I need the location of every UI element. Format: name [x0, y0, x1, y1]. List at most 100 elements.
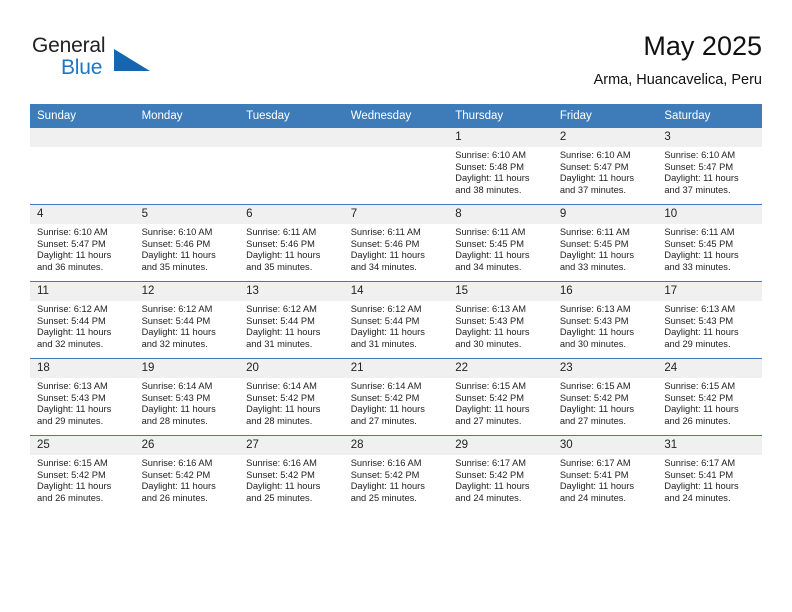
day-number: 23 — [552, 359, 658, 378]
page-header: General Blue May 2025 Arma, Huancavelica… — [30, 30, 762, 98]
day-number: 5 — [134, 205, 240, 224]
calendar-day-cell[interactable]: 2 Sunrise: 6:10 AM Sunset: 5:47 PM Daylight… — [552, 128, 658, 205]
calendar-cell-empty — [343, 128, 449, 205]
day-details: Sunrise: 6:15 AM Sunset: 5:42 PM Daylight:… — [657, 378, 762, 427]
day-details: Sunrise: 6:15 AM Sunset: 5:42 PM Daylight:… — [553, 378, 658, 427]
day-details: Sunrise: 6:10 AM Sunset: 5:46 PM Daylight:… — [135, 224, 240, 273]
calendar-day-cell[interactable]: 16 Sunrise: 6:13 AM Sunset: 5:43 PM Dayligh… — [552, 281, 658, 359]
calendar-day-cell[interactable]: 12 Sunrise: 6:12 AM Sunset: 5:44 PM Dayligh… — [134, 281, 240, 359]
sunrise-text: Sunrise: 6:15 AM — [455, 381, 527, 391]
sunset-text: Sunset: 5:42 PM — [246, 392, 315, 403]
calendar-day-cell[interactable]: 23 Sunrise: 6:15 AM Sunset: 5:42 PM Dayligh… — [552, 358, 658, 436]
calendar-day-cell[interactable]: 26 Sunrise: 6:16 AM Sunset: 5:42 PM Dayligh… — [134, 435, 240, 512]
day-number: 25 — [30, 436, 135, 455]
daylight-text: Daylight: 11 hours and 24 minutes. — [559, 481, 635, 503]
calendar-day-cell[interactable]: 14 Sunrise: 6:12 AM Sunset: 5:44 PM Dayligh… — [343, 281, 449, 359]
sunset-text: Sunset: 5:43 PM — [141, 392, 211, 403]
daylight-text: Daylight: 11 hours and 37 minutes. — [559, 173, 635, 195]
day-details: Sunrise: 6:16 AM Sunset: 5:42 PM Daylight:… — [239, 455, 344, 504]
day-number: 8 — [448, 205, 553, 224]
calendar-day-cell[interactable]: 29 Sunrise: 6:17 AM Sunset: 5:42 PM Dayligh… — [448, 435, 553, 512]
sunrise-text: Sunrise: 6:10 AM — [559, 150, 631, 160]
calendar-day-cell[interactable]: 9 Sunrise: 6:11 AM Sunset: 5:45 PM Daylight… — [552, 204, 658, 282]
sunrise-text: Sunrise: 6:11 AM — [246, 227, 317, 237]
day-details: Sunrise: 6:11 AM Sunset: 5:46 PM Daylight:… — [239, 224, 344, 273]
day-details: Sunrise: 6:12 AM Sunset: 5:44 PM Daylight:… — [344, 301, 449, 350]
calendar-day-cell[interactable]: 17 Sunrise: 6:13 AM Sunset: 5:43 PM Dayligh… — [657, 281, 762, 359]
daylight-text: Daylight: 11 hours and 24 minutes. — [664, 481, 739, 503]
daylight-text: Daylight: 11 hours and 33 minutes. — [559, 250, 635, 272]
calendar-week-row: 1 Sunrise: 6:10 AM Sunset: 5:48 PM Daylight… — [30, 128, 762, 205]
weekday-header-friday: Friday — [552, 104, 658, 128]
calendar-day-cell[interactable]: 3 Sunrise: 6:10 AM Sunset: 5:47 PM Daylight… — [657, 128, 762, 205]
daylight-text: Daylight: 11 hours and 27 minutes. — [455, 404, 530, 426]
calendar-day-cell[interactable]: 15 Sunrise: 6:13 AM Sunset: 5:43 PM Dayligh… — [448, 281, 553, 359]
day-details: Sunrise: 6:14 AM Sunset: 5:43 PM Daylight:… — [135, 378, 240, 427]
general-blue-logo[interactable]: General Blue — [30, 34, 170, 90]
calendar-day-cell[interactable]: 25 Sunrise: 6:15 AM Sunset: 5:42 PM Dayligh… — [30, 435, 135, 512]
sunrise-text: Sunrise: 6:16 AM — [246, 458, 317, 468]
calendar-day-cell[interactable]: 4 Sunrise: 6:10 AM Sunset: 5:47 PM Daylight… — [30, 204, 135, 282]
sunset-text: Sunset: 5:47 PM — [37, 238, 106, 249]
sunrise-text: Sunrise: 6:11 AM — [559, 227, 630, 237]
calendar-day-cell[interactable]: 24 Sunrise: 6:15 AM Sunset: 5:42 PM Dayligh… — [657, 358, 762, 436]
day-number: 26 — [134, 436, 240, 455]
calendar-day-cell[interactable]: 6 Sunrise: 6:11 AM Sunset: 5:46 PM Daylight… — [239, 204, 344, 282]
calendar-week-row: 25 Sunrise: 6:15 AM Sunset: 5:42 PM Dayligh… — [30, 435, 762, 512]
calendar-day-cell[interactable]: 22 Sunrise: 6:15 AM Sunset: 5:42 PM Dayligh… — [448, 358, 553, 436]
calendar-day-cell[interactable]: 19 Sunrise: 6:14 AM Sunset: 5:43 PM Dayligh… — [134, 358, 240, 436]
day-number: 2 — [552, 128, 658, 147]
day-details: Sunrise: 6:11 AM Sunset: 5:45 PM Daylight:… — [553, 224, 658, 273]
sunrise-text: Sunrise: 6:10 AM — [37, 227, 108, 237]
calendar-cell-empty — [30, 128, 135, 205]
daylight-text: Daylight: 11 hours and 31 minutes. — [246, 327, 321, 349]
day-details: Sunrise: 6:16 AM Sunset: 5:42 PM Daylight:… — [344, 455, 449, 504]
day-number: 7 — [343, 205, 449, 224]
day-details: Sunrise: 6:10 AM Sunset: 5:47 PM Daylight:… — [657, 147, 762, 196]
calendar-day-cell[interactable]: 13 Sunrise: 6:12 AM Sunset: 5:44 PM Dayligh… — [239, 281, 344, 359]
calendar-day-cell[interactable]: 20 Sunrise: 6:14 AM Sunset: 5:42 PM Dayligh… — [239, 358, 344, 436]
day-details: Sunrise: 6:15 AM Sunset: 5:42 PM Daylight:… — [448, 378, 553, 427]
calendar-day-cell[interactable]: 31 Sunrise: 6:17 AM Sunset: 5:41 PM Dayligh… — [657, 435, 762, 512]
day-number: 10 — [657, 205, 762, 224]
logo-triangle-icon — [114, 49, 150, 71]
day-number: 21 — [343, 359, 449, 378]
sunrise-text: Sunrise: 6:13 AM — [664, 304, 736, 314]
daylight-text: Daylight: 11 hours and 25 minutes. — [246, 481, 321, 503]
calendar-day-cell[interactable]: 30 Sunrise: 6:17 AM Sunset: 5:41 PM Dayligh… — [552, 435, 658, 512]
title-block: May 2025 Arma, Huancavelica, Peru — [594, 30, 762, 90]
sunrise-text: Sunrise: 6:17 AM — [664, 458, 736, 468]
day-number — [134, 128, 240, 147]
sunrise-text: Sunrise: 6:16 AM — [350, 458, 422, 468]
sunset-text: Sunset: 5:41 PM — [664, 469, 734, 480]
day-number: 20 — [239, 359, 344, 378]
calendar-day-cell[interactable]: 11 Sunrise: 6:12 AM Sunset: 5:44 PM Dayligh… — [30, 281, 135, 359]
day-details: Sunrise: 6:13 AM Sunset: 5:43 PM Daylight:… — [657, 301, 762, 350]
calendar-day-cell[interactable]: 5 Sunrise: 6:10 AM Sunset: 5:46 PM Daylight… — [134, 204, 240, 282]
daylight-text: Daylight: 11 hours and 24 minutes. — [455, 481, 530, 503]
daylight-text: Daylight: 11 hours and 36 minutes. — [37, 250, 112, 272]
calendar-day-cell[interactable]: 1 Sunrise: 6:10 AM Sunset: 5:48 PM Daylight… — [448, 128, 553, 205]
daylight-text: Daylight: 11 hours and 31 minutes. — [350, 327, 425, 349]
sunrise-text: Sunrise: 6:14 AM — [246, 381, 317, 391]
day-details: Sunrise: 6:11 AM Sunset: 5:45 PM Daylight:… — [448, 224, 553, 273]
calendar-page: General Blue May 2025 Arma, Huancavelica… — [0, 0, 792, 612]
day-number: 14 — [343, 282, 449, 301]
calendar-day-cell[interactable]: 28 Sunrise: 6:16 AM Sunset: 5:42 PM Dayligh… — [343, 435, 449, 512]
daylight-text: Daylight: 11 hours and 29 minutes. — [664, 327, 739, 349]
calendar-day-cell[interactable]: 21 Sunrise: 6:14 AM Sunset: 5:42 PM Dayligh… — [343, 358, 449, 436]
daylight-text: Daylight: 11 hours and 34 minutes. — [350, 250, 425, 272]
sunrise-text: Sunrise: 6:15 AM — [37, 458, 108, 468]
daylight-text: Daylight: 11 hours and 34 minutes. — [455, 250, 530, 272]
calendar-day-cell[interactable]: 8 Sunrise: 6:11 AM Sunset: 5:45 PM Daylight… — [448, 204, 553, 282]
calendar-day-cell[interactable]: 7 Sunrise: 6:11 AM Sunset: 5:46 PM Daylight… — [343, 204, 449, 282]
sunset-text: Sunset: 5:47 PM — [664, 161, 734, 172]
calendar-day-cell[interactable]: 10 Sunrise: 6:11 AM Sunset: 5:45 PM Dayligh… — [657, 204, 762, 282]
sunrise-text: Sunrise: 6:12 AM — [141, 304, 213, 314]
sunrise-text: Sunrise: 6:17 AM — [559, 458, 631, 468]
calendar-day-cell[interactable]: 27 Sunrise: 6:16 AM Sunset: 5:42 PM Dayligh… — [239, 435, 344, 512]
sunset-text: Sunset: 5:44 PM — [246, 315, 315, 326]
day-details: Sunrise: 6:12 AM Sunset: 5:44 PM Daylight:… — [30, 301, 135, 350]
calendar-day-cell[interactable]: 18 Sunrise: 6:13 AM Sunset: 5:43 PM Dayligh… — [30, 358, 135, 436]
sunset-text: Sunset: 5:42 PM — [559, 392, 629, 403]
